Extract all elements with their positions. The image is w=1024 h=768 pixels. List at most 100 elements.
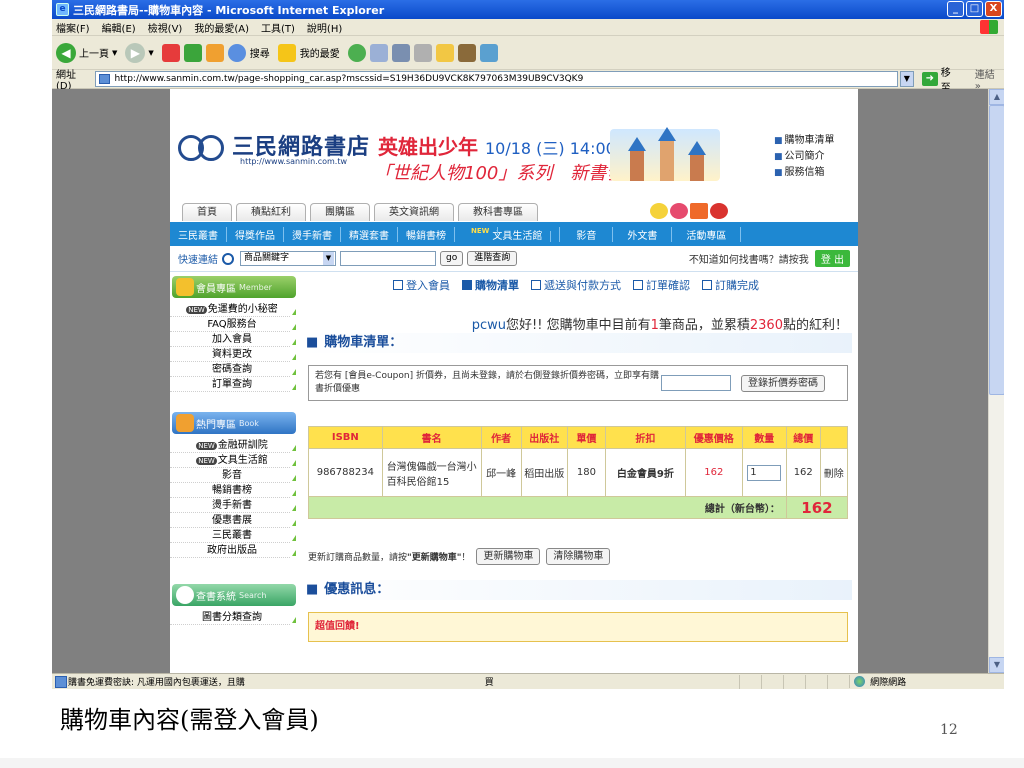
nav-stationery[interactable]: NEW 文具生活館 [455,226,561,242]
forward-dropdown-icon: ▼ [148,48,154,57]
menu-favorites[interactable]: 我的最愛(A) [194,20,249,35]
status-text: 購書免運費密訣: 凡運用國內包裹運送，且購 [52,675,419,688]
update-cart-button[interactable]: 更新購物車 [476,548,541,565]
search-type-select[interactable]: 商品關鍵字 [240,251,336,266]
col-publisher: 出版社 [520,426,568,449]
nav-foreign[interactable]: 外文書 [613,226,673,242]
row-sale-price: 162 [684,448,743,497]
search-nav: 圖書分類查詢 [170,610,298,625]
sidebar-item-sanmin-series[interactable]: 三民叢書 [170,528,296,543]
total-row: 總計（新台幣）： 162 [308,496,849,519]
messenger-icon[interactable] [479,43,498,62]
sidebar-item-password[interactable]: 密碼查詢 [170,362,296,377]
delete-link[interactable]: 刪除 [819,448,849,497]
refresh-icon[interactable] [183,43,202,62]
member-nav: NEW 免運費的小秘密 FAQ服務台 加入會員 資料更改 密碼查詢 訂單查詢 [170,302,298,392]
address-dropdown-icon[interactable]: ▼ [899,71,914,87]
nav-bestsellers[interactable]: 暢銷書榜 [398,226,455,242]
page-scrollbar[interactable]: ▲ ▼ [988,89,1004,673]
sidebar-item-join[interactable]: 加入會員 [170,332,296,347]
username: pcwu [471,318,507,333]
promo-text[interactable]: 超值回饋! [315,621,360,632]
search-keyword-input[interactable] [340,251,436,266]
sidebar-item-discount-fair[interactable]: 優惠書展 [170,513,296,528]
back-button[interactable]: ◀ 上一頁 ▼ [56,42,117,63]
clear-cart-button[interactable]: 清除購物車 [546,548,611,565]
close-button[interactable]: X [985,1,1002,17]
search-go-button[interactable]: go [440,251,464,266]
greeting-text: 您好!! 您購物車中目前有 [506,318,651,333]
home-icon[interactable] [205,43,224,62]
search-help-link[interactable]: 不知道如何找書嗎？請按我 [689,251,809,266]
minimize-button[interactable]: _ [947,1,964,17]
forward-button[interactable]: ▶ ▼ [125,42,154,63]
coupon-submit-button[interactable]: 登錄折價券密碼 [741,374,825,392]
nav-hot-new[interactable]: 燙手新書 [284,226,341,242]
search-button[interactable]: 搜尋 [227,43,270,62]
menu-file[interactable]: 檔案(F) [56,20,90,35]
cart-header-row: ISBN 書名 作者 出版社 單價 折扣 優惠價格 數量 總價 [308,426,849,449]
window-title: 三民網路書局--購物車內容 - Microsoft Internet Explo… [73,3,385,17]
sidebar-item-gov-pubs[interactable]: 政府出版品 [170,543,296,558]
mail-icon[interactable] [369,43,388,62]
internet-zone: 網際網路 [849,675,1004,688]
ball-icon [710,203,728,219]
tab-points[interactable]: 積點紅利 [236,203,306,221]
print-icon[interactable] [391,43,410,62]
folder-icon[interactable] [435,43,454,62]
address-input[interactable]: http://www.sanmin.com.tw/page-shopping_c… [95,71,898,87]
sidebar-item-faq[interactable]: FAQ服務台 [170,317,296,332]
col-qty: 數量 [741,426,787,449]
cart-list-link[interactable]: 購物車清單 [774,133,835,149]
sidebar-item-bestsellers[interactable]: 暢銷書榜 [170,483,296,498]
nav-events[interactable]: 活動專區 [672,226,742,242]
tab-home[interactable]: 首頁 [182,203,232,221]
tab-english[interactable]: 英文資訊網 [374,203,454,221]
nav-sets[interactable]: 精選套書 [341,226,398,242]
coupon-input[interactable] [661,375,731,391]
quick-link-label: 快速連結 [178,255,218,266]
main-content: 登入會員 購物清單 遞送與付款方式 訂單確認 訂購完成 pcwu您好!! 您購物… [300,274,852,673]
edit-icon[interactable] [413,43,432,62]
scroll-up-icon[interactable]: ▲ [989,89,1004,105]
history-icon[interactable] [347,43,366,62]
sidebar-item-category-search[interactable]: 圖書分類查詢 [170,610,296,625]
menu-help[interactable]: 說明(H) [307,20,342,35]
maximize-button[interactable]: □ [966,1,983,17]
advanced-search-button[interactable]: 進階查詢 [467,251,518,266]
research-icon[interactable] [457,43,476,62]
new-badge: NEW [186,306,207,314]
nav-media[interactable]: 影音 [560,226,614,242]
sidebar-item-finance[interactable]: NEW 金融研訓院 [170,438,296,453]
menu-tools[interactable]: 工具(T) [261,20,295,35]
company-intro-link[interactable]: 公司簡介 [774,149,835,165]
sidebar-item-hot-new[interactable]: 燙手新書 [170,498,296,513]
service-mail-link[interactable]: 服務信箱 [774,165,835,181]
new-badge: NEW [196,457,217,465]
site-header: 三民網路書店 http://www.sanmin.com.tw 英雄出少年 10… [170,89,858,199]
sidebar-item-profile[interactable]: 資料更改 [170,347,296,362]
sidebar-item-stationery[interactable]: NEW 文具生活館 [170,453,296,468]
sidebar-item-orders[interactable]: 訂單查詢 [170,377,296,392]
stop-icon[interactable] [161,43,180,62]
favorites-button[interactable]: 我的最愛 [277,43,340,62]
slide-bottom-edge [0,758,1024,768]
nav-award[interactable]: 得獎作品 [227,226,284,242]
sidebar-item-media[interactable]: 影音 [170,468,296,483]
status-mid: 買 [484,678,494,688]
logout-button[interactable]: 登 出 [814,250,850,267]
sidebar-item-free-shipping[interactable]: NEW 免運費的小秘密 [170,302,296,317]
table-row: 986788234 台灣傀儡戲一台灣小百科民俗館15 邱一峰 稻田出版 180 … [308,448,849,497]
tab-group-buy[interactable]: 團購區 [310,203,370,221]
quantity-input[interactable]: 1 [747,464,782,481]
menu-view[interactable]: 檢視(V) [148,20,183,35]
tab-textbooks[interactable]: 教科書專區 [458,203,538,221]
left-sidebar: 會員專區 Member NEW 免運費的小秘密 FAQ服務台 加入會員 資料更改 … [170,274,298,673]
scroll-down-icon[interactable]: ▼ [989,657,1004,673]
nav-sanmin-series[interactable]: 三民叢書 [170,226,227,242]
row-title-link[interactable]: 台灣傀儡戲一台灣小百科民俗館15 [381,448,482,497]
menu-edit[interactable]: 編輯(E) [102,20,136,35]
search-section-header: 查書系統 Search [172,584,296,606]
go-arrow-icon: ➜ [921,72,938,86]
scroll-thumb[interactable] [989,105,1004,395]
